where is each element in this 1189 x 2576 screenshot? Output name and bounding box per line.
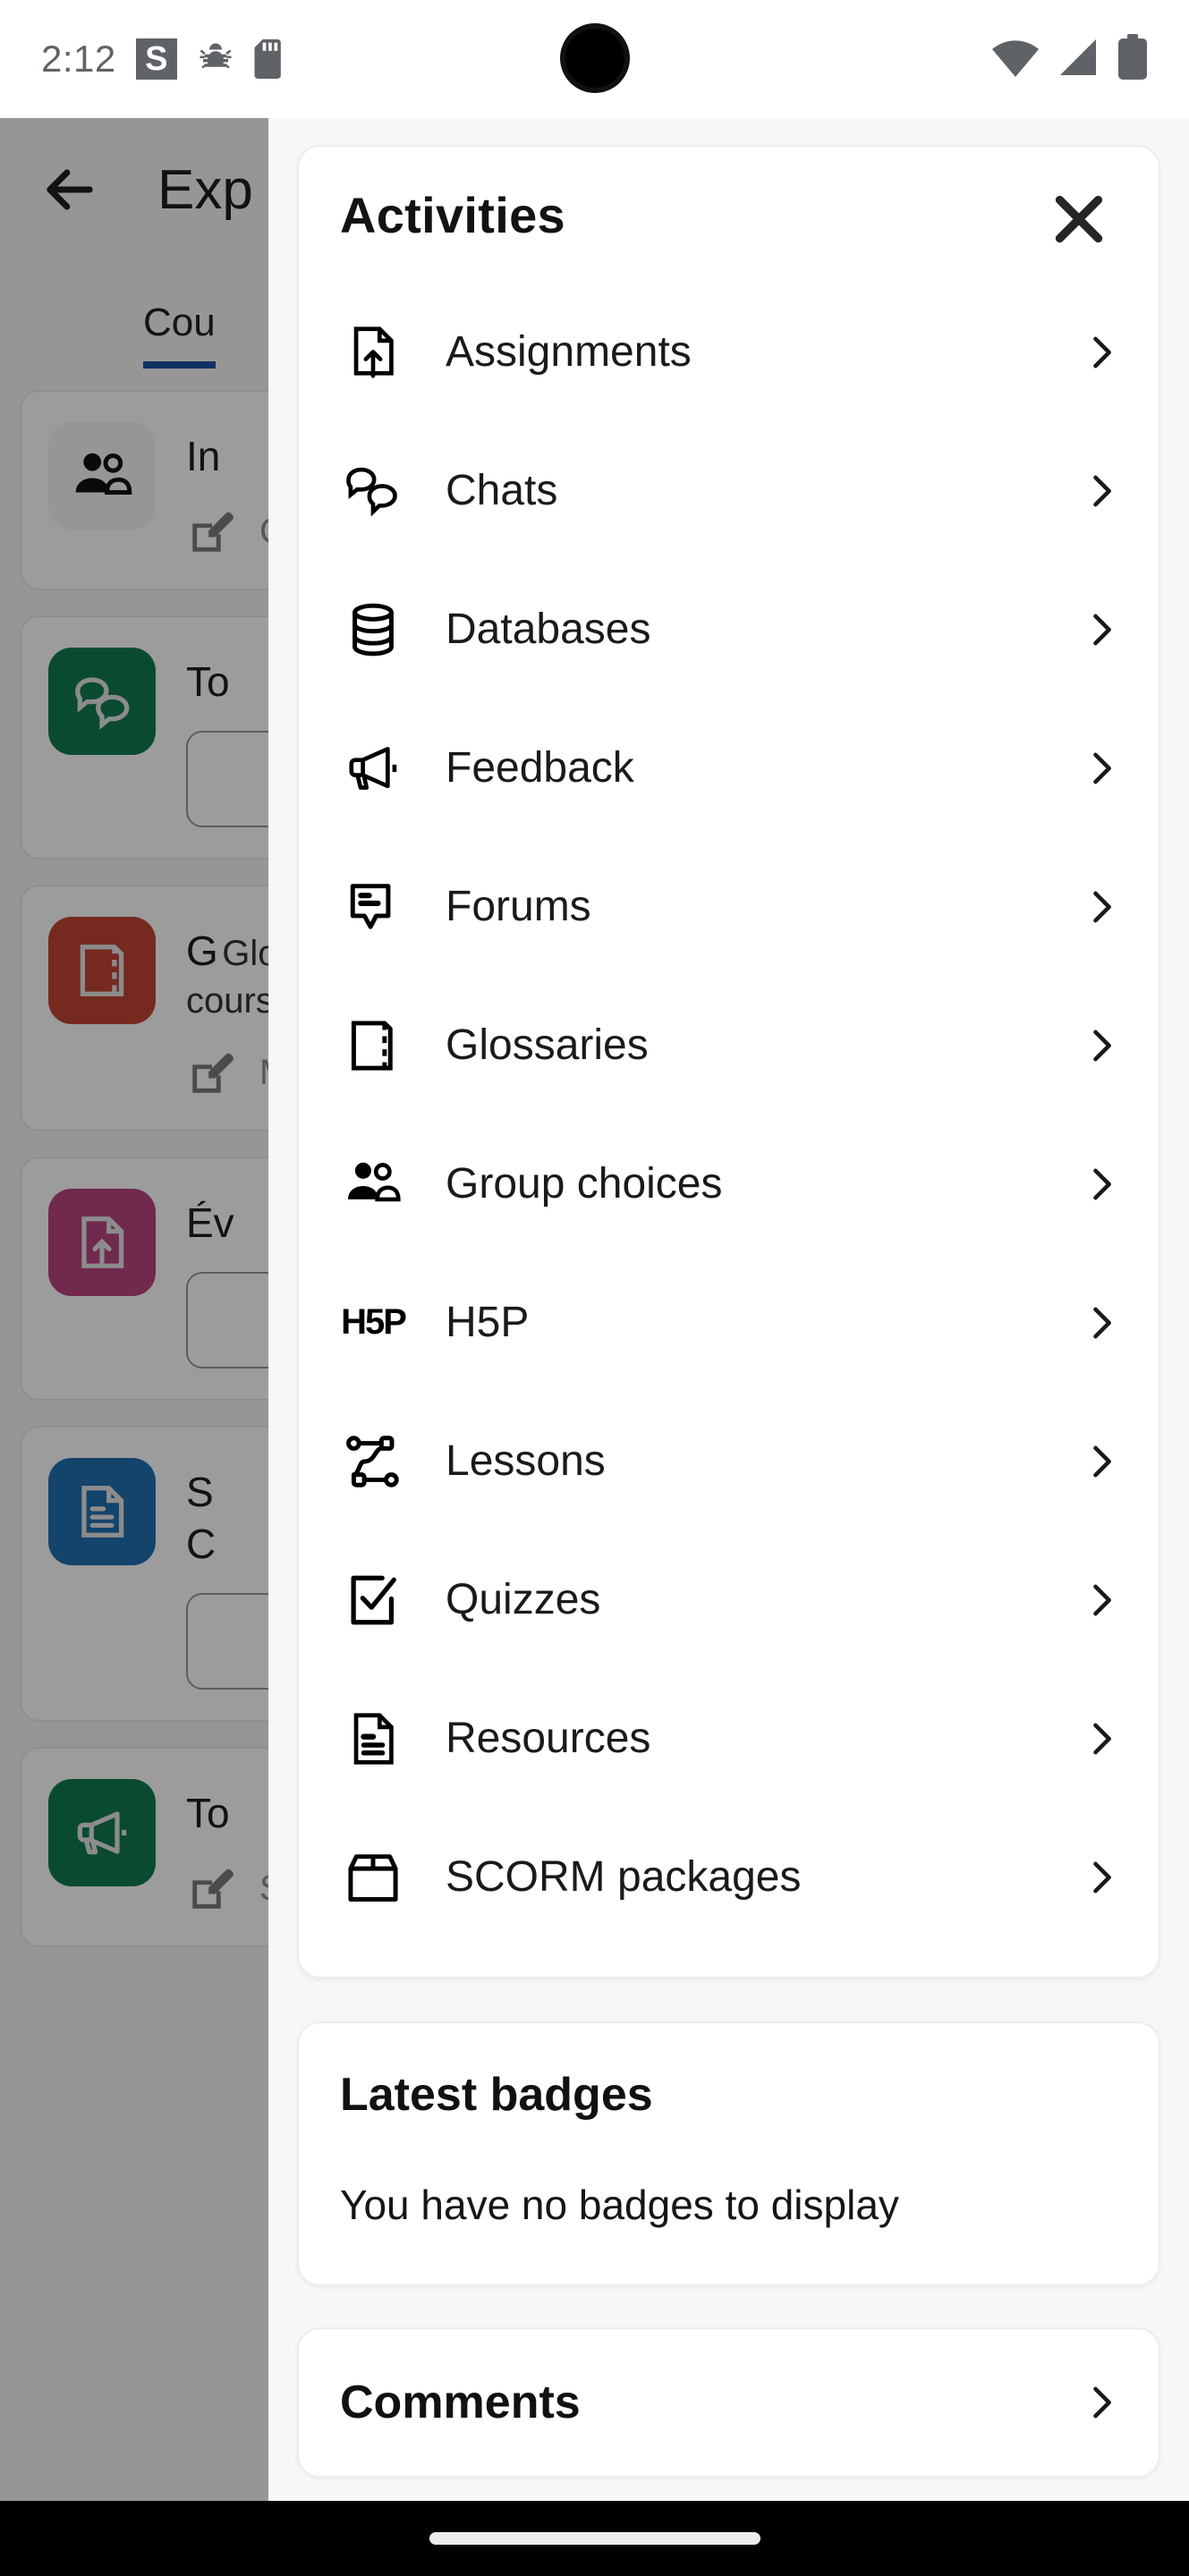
latest-badges-card: Latest badges You have no badges to disp… [297,2021,1160,2286]
latest-badges-empty-message: You have no badges to display [340,2182,899,2228]
close-icon[interactable] [1040,181,1117,258]
list-item[interactable]: Lessons [299,1392,1159,1530]
megaphone-icon [340,735,406,801]
list-item-label: Feedback [446,744,634,792]
activities-list: Assignments Chats Databases Feedback For… [299,258,1159,1953]
list-item[interactable]: Group choices [299,1114,1159,1253]
status-bar-clock: 2:12 [41,38,116,80]
activities-modal: Activities Assignments Chats Databases F… [268,118,1189,2576]
list-item-label: Forums [446,883,591,930]
chat-bubbles-icon [340,458,406,524]
list-item[interactable]: Databases [299,560,1159,699]
chevron-right-icon[interactable] [1078,884,1125,930]
latest-badges-title: Latest badges [340,2069,653,2121]
h5p-logo-icon: H5P [341,1302,407,1342]
page-title: Activities [340,187,565,243]
comments-title: Comments [340,2377,581,2428]
chevron-right-icon[interactable] [1078,468,1125,514]
chevron-right-icon[interactable] [1078,329,1125,376]
chevron-right-icon[interactable] [1078,1300,1125,1346]
app-badge-icon: S [135,38,177,80]
chevron-right-icon[interactable] [1078,1022,1125,1069]
bug-icon [197,40,234,78]
lesson-path-icon [340,1428,406,1495]
chevron-right-icon[interactable] [1078,1161,1125,1208]
list-item[interactable]: Feedback [299,699,1159,837]
list-item[interactable]: Resources [299,1669,1159,1808]
wifi-icon [992,36,1039,83]
list-item-label: Databases [446,606,651,653]
status-bar-right [992,33,1148,85]
list-item[interactable]: H5P H5P [299,1253,1159,1392]
camera-notch [559,23,630,93]
list-item-label: Assignments [446,328,692,376]
cellular-signal-icon [1057,36,1100,83]
chevron-right-icon[interactable] [1078,1716,1125,1762]
package-box-icon [340,1844,406,1911]
activities-card: Activities Assignments Chats Databases F… [297,145,1160,1979]
list-item[interactable]: Assignments [299,283,1159,421]
list-item[interactable]: Quizzes [299,1530,1159,1669]
status-bar: 2:12 S [0,0,1189,118]
checkbox-check-icon [340,1567,406,1633]
database-icon [340,597,406,663]
list-item-label: SCORM packages [446,1853,802,1901]
list-item[interactable]: Glossaries [299,976,1159,1114]
list-item-label: Quizzes [446,1576,601,1623]
forum-icon [340,874,406,940]
home-indicator[interactable] [429,2532,760,2545]
battery-icon [1117,33,1148,85]
list-item-label: Glossaries [446,1021,649,1069]
chevron-right-icon[interactable] [1078,2379,1125,2426]
activities-header: Activities [299,147,1159,258]
resource-icon [340,1706,406,1772]
chevron-right-icon[interactable] [1078,745,1125,792]
people-icon [340,1151,406,1217]
chevron-right-icon[interactable] [1078,606,1125,653]
chevron-right-icon[interactable] [1078,1854,1125,1901]
list-item-label: Lessons [446,1437,606,1485]
list-item[interactable]: Chats [299,421,1159,560]
comments-card[interactable]: Comments [297,2327,1160,2478]
chevron-right-icon[interactable] [1078,1577,1125,1623]
list-item-label: Group choices [446,1160,723,1208]
list-item-label: Chats [446,467,558,514]
list-item[interactable]: Forums [299,837,1159,976]
book-icon [340,1013,406,1079]
assignment-icon [340,319,406,386]
sd-card-icon [254,39,285,79]
status-bar-left: 2:12 S [41,38,285,80]
chevron-right-icon[interactable] [1078,1438,1125,1485]
system-navigation-bar [0,2501,1189,2576]
screen-root: 2:12 S Exp Cou In To G cours Év S C To A… [0,0,1189,2576]
list-item-label: Resources [446,1715,651,1762]
list-item[interactable]: SCORM packages [299,1808,1159,1946]
list-item-label: H5P [446,1299,530,1346]
